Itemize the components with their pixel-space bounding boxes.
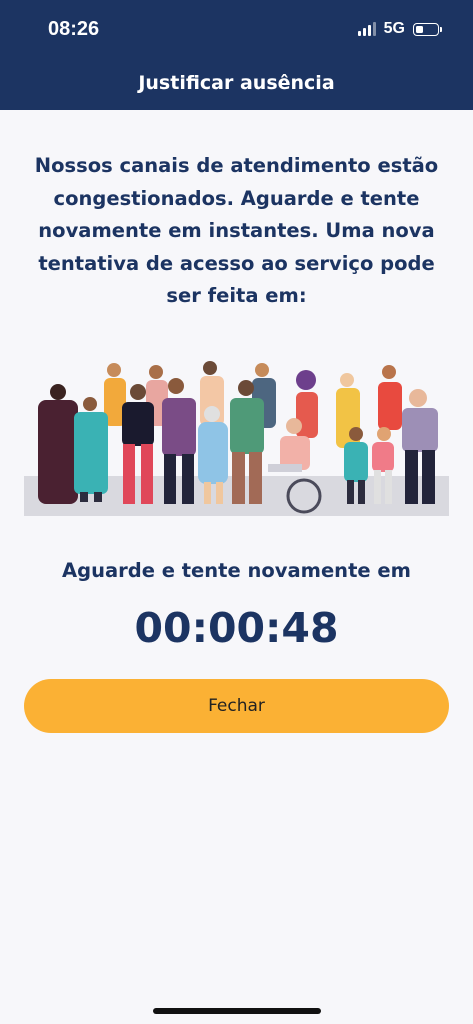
page-title: Justificar ausência [138, 72, 335, 94]
people-illustration [24, 361, 449, 516]
home-indicator[interactable] [153, 1008, 321, 1014]
wait-label: Aguarde e tente novamente em [62, 559, 411, 582]
battery-icon [413, 22, 442, 36]
status-icons: 5G [357, 20, 442, 38]
network-type: 5G [383, 20, 405, 37]
signal-icon [357, 22, 376, 36]
close-button[interactable]: Fechar [24, 679, 449, 733]
status-time: 08:26 [48, 18, 100, 40]
countdown-timer: 00:00:48 [134, 604, 339, 652]
app-header: 08:26 5G Justificar ausência [0, 0, 473, 110]
congestion-message: Nossos canais de atendimento estão conge… [34, 154, 439, 307]
